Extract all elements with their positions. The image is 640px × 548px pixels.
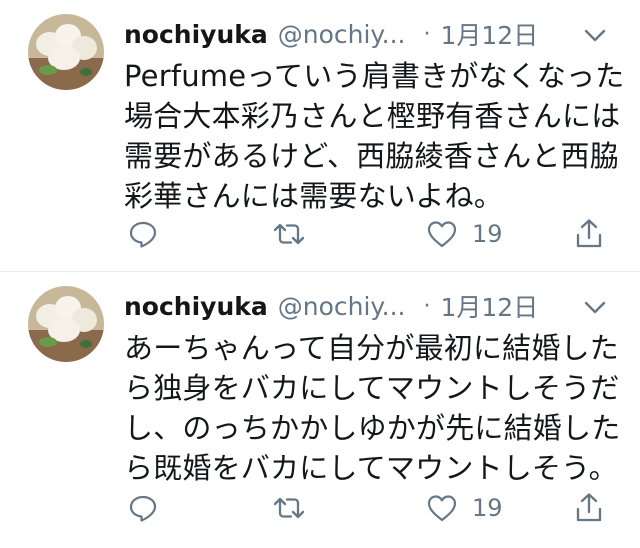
- tweet-text-line: Perfumeっていう肩書きがなくなった: [124, 59, 625, 93]
- reply-icon: [129, 495, 157, 522]
- tweet-actions: 19: [124, 488, 614, 528]
- heart-icon: [427, 221, 457, 248]
- tweet-header: nochiyuka @nochiy... · 1月12日: [124, 14, 614, 54]
- heart-icon: [427, 495, 457, 522]
- tweet-text-line: 需要があるけど、西脇綾香さんと西脇: [124, 139, 619, 173]
- tweet-text: Perfumeっていう肩書きがなくなった 場合大本彩乃さんと樫野有香さんには 需…: [124, 56, 624, 216]
- tweet-text-line: し、のっちかかしゆかが先に結婚した: [124, 411, 621, 445]
- avatar[interactable]: [28, 286, 104, 362]
- tweet-actions: 19: [124, 214, 614, 254]
- retweet-icon: [273, 497, 305, 519]
- chevron-down-icon[interactable]: [582, 22, 608, 48]
- like-count: 19: [472, 494, 503, 522]
- tweet-text-line: ら独身をバカにしてマウントしそうだ: [124, 371, 620, 405]
- avatar-image: [28, 14, 104, 90]
- user-handle[interactable]: @nochiy...: [278, 20, 406, 49]
- share-button[interactable]: [574, 214, 604, 254]
- avatar-image: [28, 286, 104, 362]
- retweet-icon: [273, 223, 305, 245]
- chevron-down-icon[interactable]: [582, 294, 608, 320]
- tweet[interactable]: nochiyuka @nochiy... · 1月12日 Perfumeっていう…: [0, 0, 640, 272]
- retweet-button[interactable]: [272, 214, 306, 254]
- tweet[interactable]: nochiyuka @nochiy... · 1月12日 あーちゃんって自分が最…: [0, 272, 640, 548]
- share-button[interactable]: [574, 488, 604, 528]
- share-icon: [576, 493, 602, 522]
- like-count: 19: [472, 220, 503, 248]
- user-handle[interactable]: @nochiy...: [278, 292, 406, 321]
- tweet-text-line: ら既婚をバカにしてマウントしそう。: [124, 451, 618, 485]
- tweet-header: nochiyuka @nochiy... · 1月12日: [124, 286, 614, 326]
- tweet-text: あーちゃんって自分が最初に結婚した ら独身をバカにしてマウントしそうだ し、のっ…: [124, 328, 624, 488]
- avatar[interactable]: [28, 14, 104, 90]
- reply-button[interactable]: [128, 214, 158, 254]
- tweet-text-line: 場合大本彩乃さんと樫野有香さんには: [124, 99, 621, 133]
- tweet-text-line: 彩華さんには需要ないよね。: [124, 179, 504, 213]
- like-button[interactable]: 19: [426, 488, 503, 528]
- share-icon: [576, 219, 602, 248]
- reply-button[interactable]: [128, 488, 158, 528]
- tweet-text-line: あーちゃんって自分が最初に結婚した: [124, 331, 619, 365]
- user-name[interactable]: nochiyuka: [124, 292, 268, 321]
- separator-dot: ·: [423, 293, 431, 319]
- tweet-date[interactable]: 1月12日: [441, 288, 539, 324]
- like-button[interactable]: 19: [426, 214, 503, 254]
- reply-icon: [129, 221, 157, 248]
- retweet-button[interactable]: [272, 488, 306, 528]
- separator-dot: ·: [423, 21, 431, 47]
- user-name[interactable]: nochiyuka: [124, 20, 268, 49]
- tweet-date[interactable]: 1月12日: [441, 16, 539, 52]
